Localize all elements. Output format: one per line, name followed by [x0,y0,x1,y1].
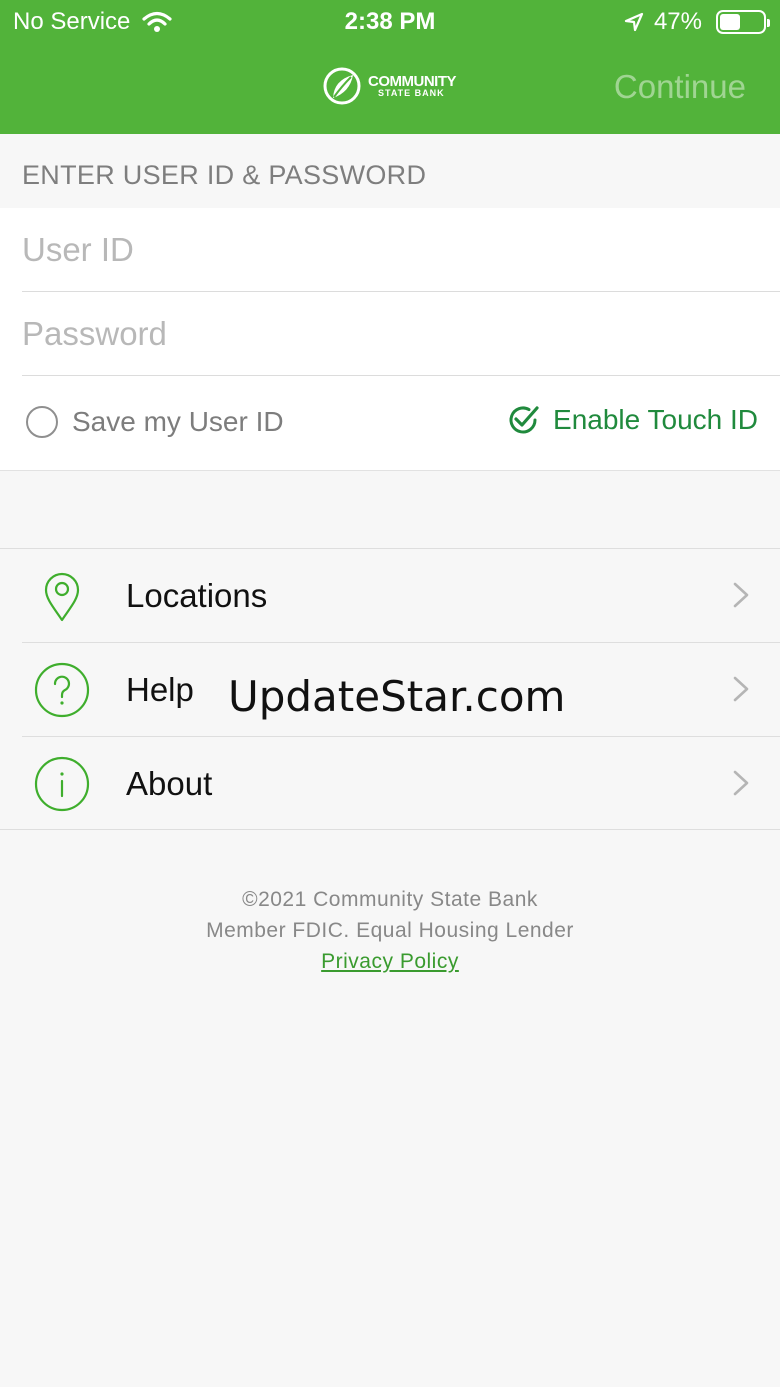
watermark-text: UpdateStar.com [228,672,566,721]
chevron-right-icon [733,770,749,796]
privacy-policy-link[interactable]: Privacy Policy [321,950,459,973]
enable-touch-id-toggle[interactable]: Enable Touch ID [505,402,758,438]
status-right: 47% [624,8,770,36]
footer: ©2021 Community State Bank Member FDIC. … [0,884,780,977]
touch-id-label: Enable Touch ID [553,404,758,435]
login-section-title: ENTER USER ID & PASSWORD [22,160,427,190]
login-options: Save my User ID Enable Touch ID [0,378,780,470]
brand-text: COMMUNITY STATE BANK [368,73,457,98]
menu-label-about: About [126,765,213,802]
copyright-text: ©2021 Community State Bank [242,888,538,911]
menu-label-locations: Locations [126,577,268,614]
leaf-logo-icon [323,67,361,105]
battery-icon [716,10,770,34]
user-id-field [22,208,780,292]
menu-label-help: Help [126,671,194,708]
user-id-input[interactable] [22,208,780,291]
save-user-id-label: Save my User ID [72,406,284,437]
password-field [22,292,780,376]
continue-button[interactable]: Continue [614,68,746,106]
app-header: No Service 2:38 PM 47% COMMUNITY STATE B… [0,0,780,134]
help-circle-icon [34,662,90,718]
nav-bar: COMMUNITY STATE BANK Continue [0,52,780,124]
menu-item-locations[interactable]: Locations [0,549,780,643]
battery-fill [720,14,740,30]
login-form: Save my User ID Enable Touch ID [0,208,780,471]
password-input[interactable] [22,292,780,375]
battery-percent: 47% [653,8,702,35]
save-user-id-toggle[interactable]: Save my User ID [26,406,284,438]
status-bar: No Service 2:38 PM 47% [0,0,780,44]
brand-name: COMMUNITY [368,73,457,90]
brand-subname: STATE BANK [378,88,445,98]
chevron-right-icon [733,582,749,608]
menu-item-about[interactable]: About [0,737,780,831]
location-pin-icon [44,572,80,622]
chevron-right-icon [733,676,749,702]
radio-unchecked-icon[interactable] [26,406,58,438]
fdic-text: Member FDIC. Equal Housing Lender [206,919,574,942]
bank-logo: COMMUNITY STATE BANK [322,66,457,106]
info-circle-icon [34,756,90,812]
check-circle-icon[interactable] [505,402,541,438]
location-arrow-icon [624,12,644,32]
